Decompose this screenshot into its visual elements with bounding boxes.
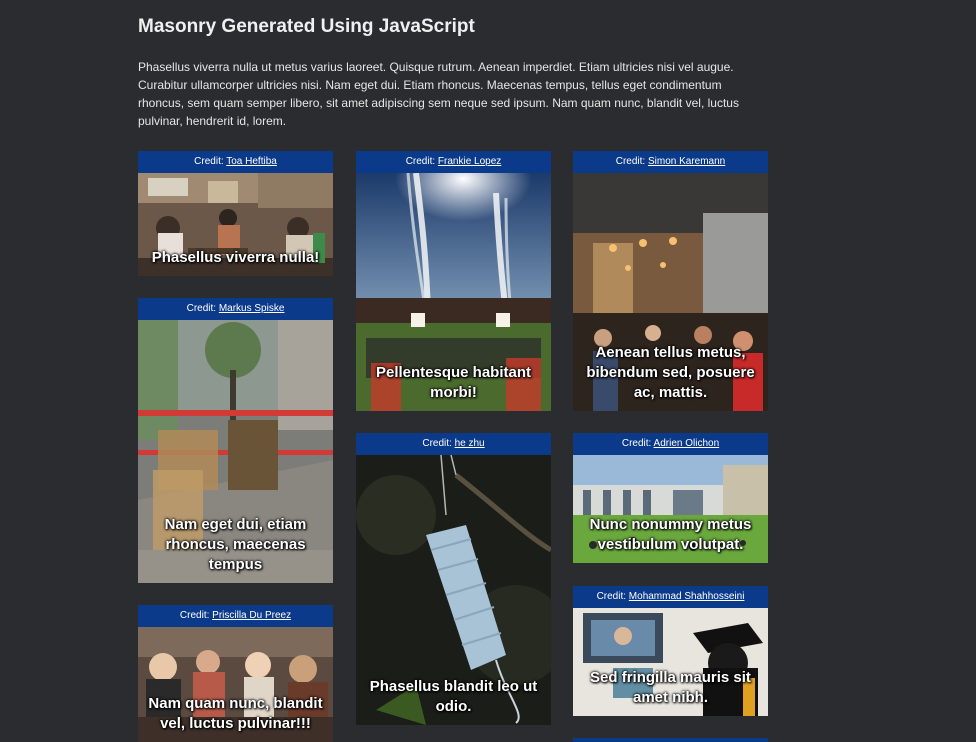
credit-bar: Credit: Mohammad Shahhosseini [573,586,768,608]
credit-link[interactable]: Simon Karemann [648,156,725,167]
card-caption: Phasellus blandit leo ut odio. [369,678,538,715]
credit-label: Credit: [596,591,627,602]
credit-link[interactable]: Mohammad Shahhosseini [629,591,745,602]
masonry-card: Credit: he zhu Phasellus blandit leo ut … [356,433,551,725]
card-caption: Nam eget dui, etiam rhoncus, maecenas te… [164,516,307,573]
masonry-card: Credit: Adrien Olichon Nunc nonummy metu… [573,433,768,563]
credit-link[interactable]: Priscilla Du Preez [212,610,291,621]
credit-link[interactable]: Adrien Olichon [654,438,720,449]
credit-label: Credit: [405,156,436,167]
intro-paragraph: Phasellus viverra nulla ut metus varius … [138,60,739,128]
masonry-card: Credit: Simon Karemann Aenean tellus met… [573,151,768,411]
credit-bar: Credit: he zhu [356,433,551,455]
credit-label: Credit: [186,303,217,314]
credit-bar: Credit: Toa Heftiba [138,151,333,173]
credit-label: Credit: [194,156,224,167]
card-caption: Phasellus viverra nulla! [151,249,320,266]
masonry-card: Credit: Priscilla Du Preez Nam quam nunc… [138,605,333,742]
credit-link[interactable]: he zhu [455,438,485,449]
masonry-card: Credit: Mohammad Shahhosseini Sed fringi… [573,586,768,716]
credit-label: Credit: [179,610,210,621]
credit-bar: Credit: Frankie Lopez [356,151,551,173]
card-photo: Pellentesque habitant morbi! [356,173,551,411]
card-caption: Sed fringilla mauris sit amet nibh. [590,669,751,706]
card-caption: Nam quam nunc, blandit vel, luctus pulvi… [148,695,323,732]
credit-label: Credit: [422,438,452,449]
card-photo: Phasellus viverra nulla! [138,173,333,276]
credit-bar: Credit: Simon Karemann [573,151,768,173]
masonry-card: Credit: Frankie Lopez Pellentesque habit… [356,151,551,411]
card-caption: Aenean tellus metus, bibendum sed, posue… [586,344,755,401]
credit-bar: Credit: Adrien Olichon [573,433,768,455]
credit-label: Credit: [621,438,652,449]
credit-label: Credit: [615,156,646,167]
card-photo: Nunc nonummy metus vestibulum volutpat. [573,455,768,563]
masonry-card: Credit: Markus Spiske Nam eget dui, etia… [138,298,333,583]
credit-link[interactable]: Frankie Lopez [438,156,501,167]
credit-link[interactable]: Toa Heftiba [226,156,277,167]
card-photo: Nam quam nunc, blandit vel, luctus pulvi… [138,627,333,742]
credit-bar: Credit: Markus Spiske [138,298,333,320]
card-caption: Pellentesque habitant morbi! [375,364,532,401]
card-photo: Nam eget dui, etiam rhoncus, maecenas te… [138,320,333,583]
page-title: Masonry Generated Using JavaScript [138,16,475,37]
masonry-card [573,738,768,742]
credit-bar: Credit: Priscilla Du Preez [138,605,333,627]
credit-bar [573,738,768,742]
card-photo: Aenean tellus metus, bibendum sed, posue… [573,173,768,411]
masonry-card: Credit: Toa Heftiba Phasellus viverra nu… [138,151,333,276]
credit-link[interactable]: Markus Spiske [219,303,285,314]
card-photo: Sed fringilla mauris sit amet nibh. [573,608,768,716]
card-caption: Nunc nonummy metus vestibulum volutpat. [589,516,752,553]
card-photo: Phasellus blandit leo ut odio. [356,455,551,725]
